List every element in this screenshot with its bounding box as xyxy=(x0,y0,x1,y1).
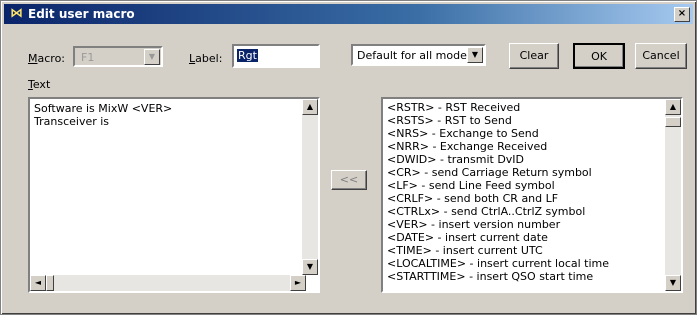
edit-user-macro-dialog: ⋈ Edit user macro × Macro: F1 ▼ Label: R… xyxy=(0,0,697,315)
ok-button[interactable]: OK xyxy=(573,43,625,69)
cancel-button[interactable]: Cancel xyxy=(635,43,687,69)
mode-dropdown-arrow-icon[interactable]: ▼ xyxy=(467,47,483,63)
scroll-left-icon[interactable]: ◄ xyxy=(30,275,46,291)
list-item[interactable]: <CRLF> - send both CR and LF xyxy=(387,192,558,205)
macro-label: Macro: xyxy=(28,52,66,65)
macro-variables-list[interactable]: <RSTR> - RST Received <RSTS> - RST to Se… xyxy=(381,97,683,293)
text-line: Software is MixW <VER> xyxy=(34,102,173,115)
mode-select-value: Default for all modes xyxy=(357,49,473,62)
insert-macro-button[interactable]: << xyxy=(331,170,367,190)
window-title: Edit user macro xyxy=(28,7,135,21)
label-input-value: Rgt xyxy=(237,49,258,62)
horizontal-scroll-thumb[interactable] xyxy=(46,275,54,291)
mode-select[interactable]: Default for all modes ▼ xyxy=(351,44,486,66)
label-input[interactable]: Rgt xyxy=(232,44,320,68)
label-label: Label: xyxy=(189,52,223,65)
list-item[interactable]: <STARTTIME> - insert QSO start time xyxy=(387,270,593,283)
macro-dropdown-arrow-icon[interactable]: ▼ xyxy=(144,49,160,65)
scroll-up-icon[interactable]: ▲ xyxy=(665,99,681,115)
list-item[interactable]: <NRS> - Exchange to Send xyxy=(387,127,539,140)
list-item[interactable]: <RSTS> - RST to Send xyxy=(387,114,512,127)
text-label: Text xyxy=(28,78,51,91)
list-item[interactable]: <TIME> - insert current UTC xyxy=(387,244,543,257)
list-item[interactable]: <DWID> - transmit DvID xyxy=(387,153,524,166)
list-item[interactable]: <CR> - send Carriage Return symbol xyxy=(387,166,592,179)
macro-select[interactable]: F1 ▼ xyxy=(73,46,163,67)
clear-button[interactable]: Clear xyxy=(509,43,559,69)
list-item[interactable]: <NRR> - Exchange Received xyxy=(387,140,547,153)
list-item[interactable]: <VER> - insert version number xyxy=(387,218,560,231)
list-item[interactable]: <LF> - send Line Feed symbol xyxy=(387,179,555,192)
list-item[interactable]: <DATE> - insert current date xyxy=(387,231,548,244)
text-horizontal-scrollbar[interactable]: ◄ ► xyxy=(30,275,306,291)
list-item[interactable]: <RSTR> - RST Received xyxy=(387,101,520,114)
vertical-scroll-thumb[interactable] xyxy=(665,117,681,127)
mixw-logo-icon: ⋈ xyxy=(10,6,23,21)
scroll-down-icon[interactable]: ▼ xyxy=(665,275,681,291)
macro-text-area[interactable]: Software is MixW <VER> Transceiver is ▲ … xyxy=(28,97,320,293)
close-button[interactable]: × xyxy=(674,7,690,22)
list-item[interactable]: <CTRLx> - send CtrlA..CtrlZ symbol xyxy=(387,205,585,218)
title-bar[interactable]: ⋈ Edit user macro × xyxy=(4,4,693,24)
text-vertical-scrollbar[interactable]: ▲ ▼ xyxy=(302,99,318,275)
scroll-down-icon[interactable]: ▼ xyxy=(302,259,318,275)
text-line: Transceiver is xyxy=(34,115,110,128)
scroll-right-icon[interactable]: ► xyxy=(290,275,306,291)
list-vertical-scrollbar[interactable]: ▲ ▼ xyxy=(665,99,681,291)
macro-select-value: F1 xyxy=(81,51,95,64)
scroll-up-icon[interactable]: ▲ xyxy=(302,99,318,115)
list-item[interactable]: <LOCALTIME> - insert current local time xyxy=(387,257,609,270)
